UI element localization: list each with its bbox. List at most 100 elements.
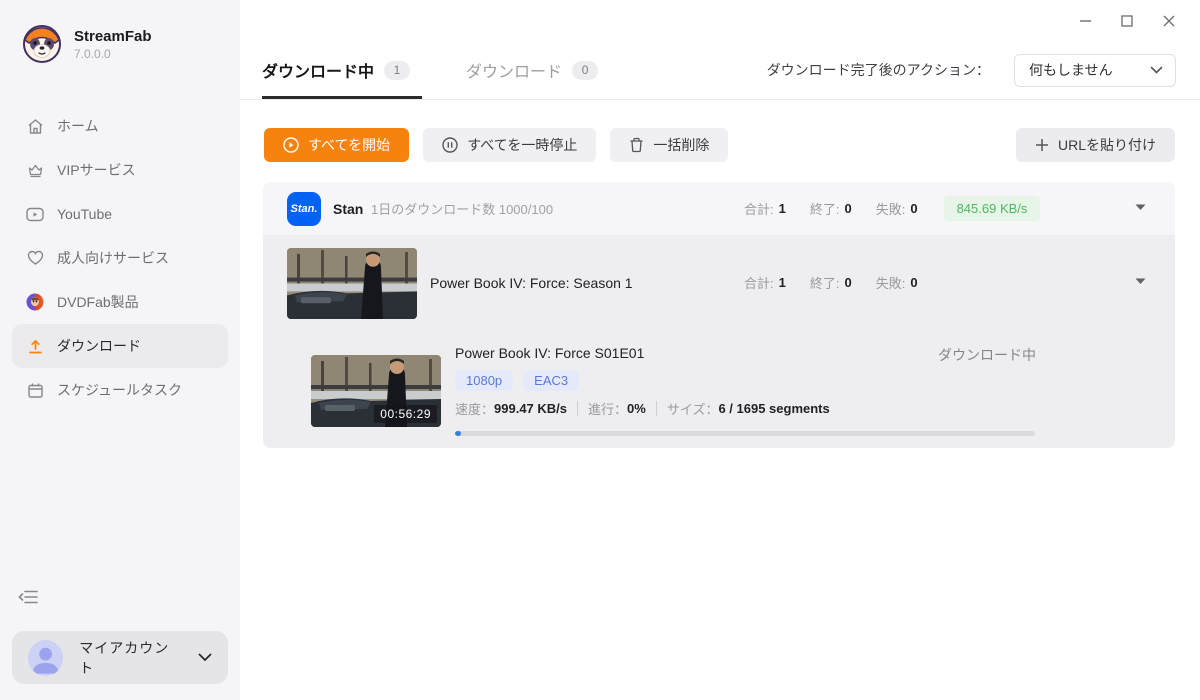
tab-count-badge: 1	[384, 60, 411, 80]
season-collapse-caret[interactable]	[1135, 278, 1149, 288]
stat-label: 失敗:	[875, 276, 906, 291]
app-brand: StreamFab 7.0.0.0	[22, 24, 152, 64]
streamfab-logo-icon	[22, 24, 62, 64]
episode-progress: 進行： 0%	[588, 399, 646, 418]
download-tabs: ダウンロード中 1 ダウンロード 0	[262, 41, 599, 99]
minimize-button[interactable]	[1064, 0, 1106, 41]
stat-total: 合計: 1	[744, 199, 786, 218]
pause-all-button[interactable]: すべてを一時停止	[423, 128, 597, 162]
episode-thumbnail: 00:56:29	[311, 355, 441, 427]
post-download-action: ダウンロード完了後のアクション： 何もしません	[767, 41, 1176, 99]
speed-label: 速度：	[455, 402, 495, 417]
season-stats: 合計: 1 終了: 0 失敗: 0	[744, 235, 918, 330]
post-action-dropdown[interactable]: 何もしません	[1014, 53, 1176, 87]
stan-logo-text: Stan.	[290, 203, 318, 215]
dvdfab-icon	[26, 293, 44, 311]
stat-failed: 失敗: 0	[876, 273, 918, 292]
episode-duration-badge: 00:56:29	[374, 405, 437, 423]
sidebar-item-label: 成人向けサービス	[57, 250, 169, 266]
plus-icon	[1035, 138, 1049, 152]
sidebar-item-label: YouTube	[57, 206, 113, 222]
sidebar-item-downloads[interactable]: ダウンロード	[12, 324, 228, 368]
sidebar-item-dvdfab[interactable]: DVDFab製品	[12, 280, 228, 324]
stat-label: 終了:	[809, 202, 840, 217]
stat-value: 0	[910, 201, 918, 216]
my-account-button[interactable]: マイアカウント	[12, 631, 228, 684]
stat-divider	[655, 401, 657, 416]
pause-all-label: すべてを一時停止	[467, 137, 578, 153]
sidebar-item-adult-services[interactable]: 成人向けサービス	[12, 236, 228, 280]
provider-name: Stan	[333, 200, 364, 217]
stat-label: 失敗:	[875, 202, 906, 217]
trash-icon	[629, 137, 644, 153]
app-name: StreamFab	[74, 27, 152, 45]
downloads-card: Stan. Stan 1日のダウンロード数 1000/100 合計: 1 終了:…	[263, 182, 1175, 448]
tab-downloading[interactable]: ダウンロード中 1	[262, 41, 411, 99]
sidebar-item-label: VIPサービス	[57, 162, 136, 178]
maximize-button[interactable]	[1106, 0, 1148, 41]
episode-title: Power Book IV: Force S01E01	[455, 345, 645, 361]
play-circle-icon	[283, 137, 299, 153]
active-tab-underline	[262, 96, 422, 99]
app-version: 7.0.0.0	[74, 46, 111, 61]
provider-row: Stan. Stan 1日のダウンロード数 1000/100 合計: 1 終了:…	[263, 182, 1175, 235]
stat-value: 0	[910, 275, 918, 290]
season-title: Power Book IV: Force: Season 1	[430, 274, 633, 291]
sidebar-item-schedule-tasks[interactable]: スケジュールタスク	[12, 368, 228, 412]
bulk-delete-label: 一括削除	[653, 137, 710, 153]
episode-progress-bar	[455, 431, 1035, 436]
provider-collapse-caret[interactable]	[1135, 204, 1149, 214]
stat-total: 合計: 1	[744, 273, 786, 292]
episode-row: 00:56:29 Power Book IV: Force S01E01 108…	[263, 330, 1175, 448]
post-action-label: ダウンロード完了後のアクション：	[766, 62, 990, 78]
stat-value: 0	[844, 201, 852, 216]
audio-badge: EAC3	[523, 370, 580, 391]
episode-speed: 速度： 999.47 KB/s	[455, 399, 567, 418]
season-row: Power Book IV: Force: Season 1 合計: 1 終了:…	[263, 235, 1175, 330]
episode-status: ダウンロード中	[938, 347, 1036, 363]
account-chevron-down-icon	[198, 653, 212, 662]
account-label: マイアカウント	[79, 639, 170, 676]
crown-icon	[26, 161, 44, 179]
size-label: サイズ：	[666, 402, 719, 417]
paste-url-button[interactable]: URLを貼り付け	[1015, 128, 1175, 162]
stat-label: 合計:	[744, 202, 774, 217]
pause-circle-icon	[442, 137, 458, 153]
window-controls	[1064, 0, 1190, 41]
stat-failed: 失敗: 0	[876, 199, 918, 218]
episode-stats: 速度： 999.47 KB/s 進行： 0% サイズ： 6 / 1695 seg…	[455, 399, 830, 418]
tab-downloaded[interactable]: ダウンロード 0	[466, 41, 599, 99]
progress-label: 進行：	[588, 402, 628, 417]
speed-value: 999.47 KB/s	[494, 401, 568, 416]
tab-count-badge: 0	[572, 60, 599, 80]
downloads-header: ダウンロード中 1 ダウンロード 0 ダウンロード完了後のアクション： 何もしま…	[240, 41, 1200, 100]
stat-finished: 終了: 0	[810, 273, 852, 292]
sidebar-item-youtube[interactable]: YouTube	[12, 192, 228, 236]
stat-label: 合計:	[744, 276, 774, 291]
main-area: ダウンロード中 1 ダウンロード 0 ダウンロード完了後のアクション： 何もしま…	[240, 0, 1200, 700]
provider-daily-count: 1日のダウンロード数 1000/100	[371, 202, 554, 217]
sidebar-item-label: DVDFab製品	[57, 294, 139, 310]
stat-finished: 終了: 0	[810, 199, 852, 218]
episode-size: サイズ： 6 / 1695 segments	[667, 399, 830, 418]
season-thumbnail	[287, 248, 417, 319]
progress-value: 0%	[627, 401, 646, 416]
heart-icon	[26, 249, 44, 267]
tab-label: ダウンロード中	[262, 64, 375, 81]
provider-speed-badge: 845.69 KB/s	[943, 196, 1041, 221]
brand-text: StreamFab 7.0.0.0	[74, 28, 152, 61]
stan-logo-icon: Stan.	[287, 192, 321, 226]
sidebar-item-home[interactable]: ホーム	[12, 104, 228, 148]
downloads-toolbar: すべてを開始 すべてを一時停止 一括削除 URLを貼り付け	[264, 128, 1175, 162]
quality-badge: 1080p	[455, 370, 514, 391]
paste-url-label: URLを貼り付け	[1057, 137, 1156, 153]
youtube-icon	[26, 205, 44, 223]
sidebar-item-label: ダウンロード	[57, 338, 141, 354]
collapse-sidebar-button[interactable]	[18, 588, 40, 608]
bulk-delete-button[interactable]: 一括削除	[610, 128, 729, 162]
stat-divider	[577, 401, 579, 416]
sidebar-item-vip[interactable]: VIPサービス	[12, 148, 228, 192]
close-button[interactable]	[1148, 0, 1190, 41]
sidebar: StreamFab 7.0.0.0 ホーム VIPサービス YouTube 成人…	[0, 0, 240, 700]
start-all-button[interactable]: すべてを開始	[264, 128, 410, 162]
